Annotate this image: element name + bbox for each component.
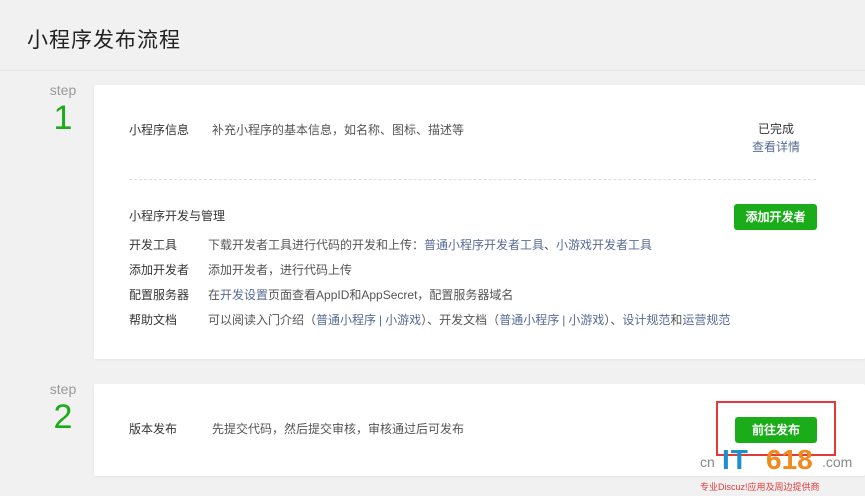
game-devtools-link[interactable]: 小游戏开发者工具 — [556, 238, 652, 252]
design-spec-link[interactable]: 设计规范 — [622, 313, 670, 327]
step2-number: 2 — [53, 398, 73, 436]
ops-spec-link[interactable]: 运营规范 — [682, 313, 730, 327]
row-text: 页面查看AppID和AppSecret，配置服务器域名 — [268, 288, 514, 302]
step1-number: 1 — [53, 99, 73, 137]
dev-title: 小程序开发与管理 — [129, 209, 226, 223]
config-server-label: 配置服务器 — [129, 288, 190, 302]
info-title: 小程序信息 — [129, 123, 190, 137]
row-text: ）、开发文档（ — [421, 313, 500, 327]
row-text: ）、 — [604, 313, 623, 327]
step1-card: 小程序信息 补充小程序的基本信息，如名称、图标、描述等 已完成 查看详情 小程序… — [94, 85, 865, 359]
add-developer-button[interactable]: 添加开发者 — [734, 204, 817, 230]
add-developer-desc: 添加开发者，进行代码上传 — [208, 263, 353, 277]
intro-game-link[interactable]: 小游戏 — [385, 313, 421, 327]
config-server-desc: 在开发设置页面查看AppID和AppSecret，配置服务器域名 — [208, 286, 513, 303]
section-separator — [129, 179, 816, 180]
watermark-it: IT — [722, 444, 749, 475]
row-text: 可以阅读入门介绍（ — [208, 313, 317, 327]
intro-normal-link[interactable]: 普通小程序 — [316, 313, 376, 327]
docs-game-link[interactable]: 小游戏 — [568, 313, 604, 327]
step1-label: step — [49, 82, 77, 98]
docs-normal-link[interactable]: 普通小程序 — [499, 313, 559, 327]
watermark-slogan: 专业Discuz!应用及周边提供商 — [700, 482, 820, 492]
watermark-com: .com — [822, 454, 853, 470]
watermark: cn IT 618 .com 专业Discuz!应用及周边提供商 — [700, 442, 865, 496]
help-docs-desc: 可以阅读入门介绍（普通小程序 | 小游戏）、开发文档（普通小程序 | 小游戏）、设计规范… — [208, 311, 730, 328]
info-status: 已完成 — [758, 122, 795, 136]
top-divider — [0, 70, 865, 71]
row-text: 下载开发者工具进行代码的开发和上传： — [208, 238, 425, 252]
info-detail-link[interactable]: 查看详情 — [752, 138, 800, 155]
dev-settings-link[interactable]: 开发设置 — [220, 288, 268, 302]
link-sep: | — [379, 313, 383, 327]
watermark-cn: cn — [700, 454, 715, 470]
dev-tools-row: 开发工具 — [129, 236, 177, 253]
row-text: 、 — [544, 238, 557, 252]
normal-devtools-link[interactable]: 普通小程序开发者工具 — [424, 238, 544, 252]
add-developer-label: 添加开发者 — [129, 263, 190, 277]
release-title: 版本发布 — [129, 422, 178, 436]
row-text: 和 — [670, 313, 683, 327]
help-docs-label: 帮助文档 — [129, 313, 178, 327]
release-desc: 先提交代码，然后提交审核，审核通过后可发布 — [212, 422, 465, 436]
step2-label: step — [49, 381, 77, 397]
row-text: 在 — [208, 288, 221, 302]
dev-tools-desc: 下载开发者工具进行代码的开发和上传：普通小程序开发者工具、小游戏开发者工具 — [208, 236, 652, 253]
page-title: 小程序发布流程 — [27, 29, 181, 52]
link-sep: | — [562, 313, 566, 327]
info-desc: 补充小程序的基本信息，如名称、图标、描述等 — [212, 123, 465, 137]
watermark-618: 618 — [766, 444, 813, 475]
row-label: 开发工具 — [129, 238, 178, 252]
